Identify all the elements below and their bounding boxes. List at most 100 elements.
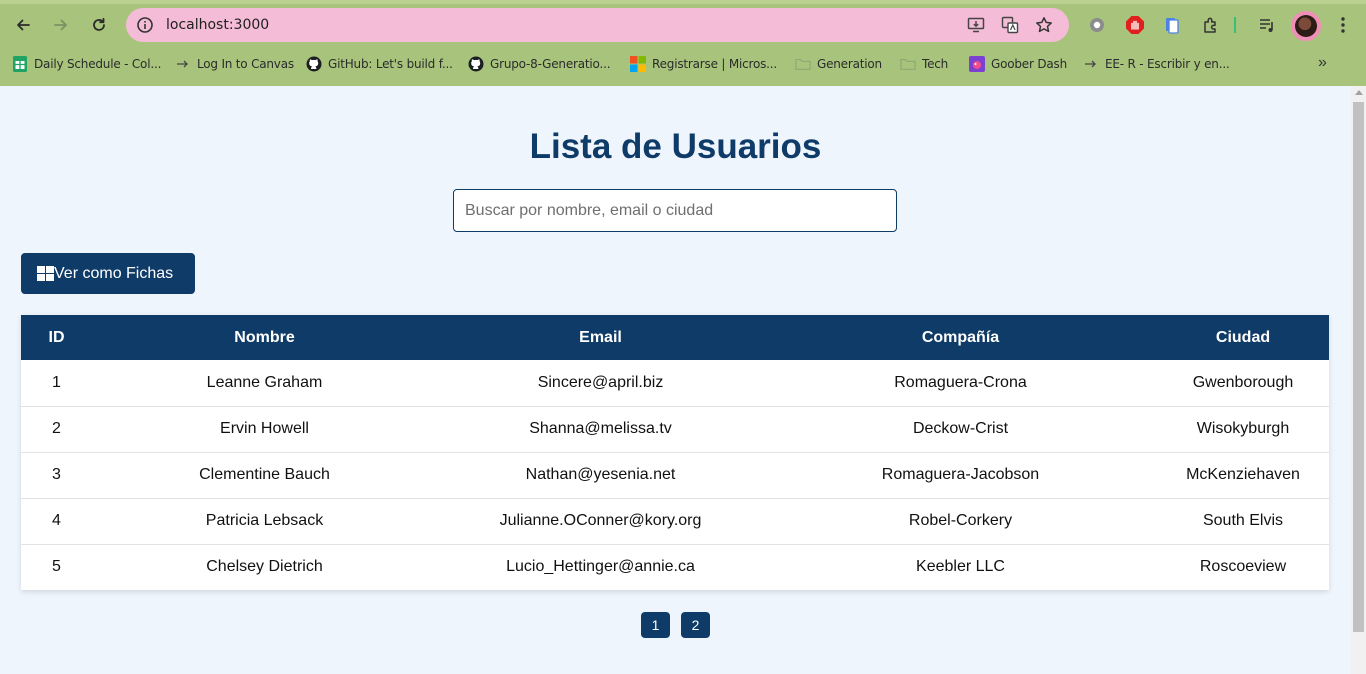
table-row[interactable]: 2 Ervin Howell Shanna@melissa.tv Deckow-… — [21, 406, 1329, 452]
table-row[interactable]: 4 Patricia Lebsack Julianne.OConner@kory… — [21, 498, 1329, 544]
cell-name: Clementine Bauch — [199, 466, 330, 483]
cell-id: 2 — [52, 420, 61, 437]
toolbar-divider — [1232, 14, 1238, 36]
cell-email: Julianne.OConner@kory.org — [499, 512, 702, 529]
cell-name: Patricia Lebsack — [205, 512, 324, 529]
bookmark-label: Tech — [922, 57, 949, 71]
bookmark-item[interactable]: EE- R - Escribir y en... — [1083, 52, 1230, 76]
column-header-company[interactable]: Compañía — [764, 315, 1157, 360]
view-as-cards-button[interactable]: Ver como Fichas — [21, 253, 195, 294]
bookmark-star-icon[interactable] — [1034, 15, 1054, 35]
bookmark-item[interactable]: Goober Dash — [969, 52, 1067, 76]
bookmark-item[interactable]: Registrarse | Micros... — [630, 52, 777, 76]
cell-company: Deckow-Crist — [912, 420, 1009, 437]
cell-email: Shanna@melissa.tv — [529, 420, 672, 437]
page-button-1[interactable]: 1 — [641, 612, 670, 638]
reload-button[interactable] — [85, 11, 113, 39]
page-title: Lista de Usuarios — [529, 127, 822, 166]
cell-company: Robel-Corkery — [908, 512, 1013, 529]
view-button-label: Ver como Fichas — [54, 264, 174, 282]
back-button[interactable] — [9, 11, 37, 39]
cell-city: Gwenborough — [1192, 373, 1294, 391]
search-input[interactable] — [453, 189, 897, 232]
extension-camera-icon[interactable] — [1086, 14, 1108, 36]
site-info-icon[interactable] — [136, 16, 154, 34]
cell-company: Romaguera-Jacobson — [881, 466, 1040, 483]
bookmark-label: Log In to Canvas — [197, 57, 294, 71]
bookmark-item[interactable]: Log In to Canvas — [175, 52, 294, 76]
bookmark-label: Daily Schedule - Col... — [34, 57, 162, 71]
bookmark-label: Registrarse | Micros... — [652, 57, 778, 71]
cell-city: McKenziehaven — [1186, 466, 1300, 483]
table-row[interactable]: 1 Leanne Graham Sincere@april.biz Romagu… — [21, 360, 1329, 406]
folder-icon — [795, 56, 811, 72]
scroll-up-arrow-icon[interactable] — [1355, 90, 1363, 95]
bookmark-label: GitHub: Let's build f... — [328, 57, 453, 71]
forward-button[interactable] — [47, 11, 75, 39]
column-header-id[interactable]: ID — [21, 315, 92, 360]
cell-id: 4 — [52, 512, 61, 529]
more-bookmarks-icon[interactable]: » — [1318, 54, 1327, 72]
users-table: ID Nombre Email Compañía Ciudad 1 Leanne… — [21, 315, 1329, 590]
column-header-city[interactable]: Ciudad — [1157, 315, 1329, 360]
cell-company: Keebler LLC — [916, 558, 1005, 576]
bookmarks-bar: Daily Schedule - Col... Log In to Canvas… — [0, 52, 1366, 76]
extension-clipboard-icon[interactable] — [1161, 14, 1183, 36]
sheets-icon — [12, 56, 28, 72]
bookmark-label: Generation — [817, 57, 882, 71]
translate-icon[interactable] — [1000, 15, 1020, 35]
avatar-image — [1295, 15, 1317, 37]
install-app-icon[interactable] — [966, 15, 986, 35]
cell-id: 5 — [52, 558, 61, 576]
bookmark-item[interactable]: GitHub: Let's build f... — [306, 52, 453, 76]
tab-strip — [0, 0, 1366, 4]
cell-name: Ervin Howell — [220, 420, 309, 437]
cell-email: Sincere@april.biz — [537, 373, 664, 391]
bookmark-label: EE- R - Escribir y en... — [1105, 57, 1230, 71]
folder-icon — [900, 56, 916, 72]
cell-email: Lucio_Hettinger@annie.ca — [506, 558, 695, 576]
scrollbar-thumb[interactable] — [1353, 102, 1364, 632]
column-header-email[interactable]: Email — [437, 315, 764, 360]
url-text[interactable]: localhost:3000 — [166, 17, 269, 33]
github-icon — [306, 56, 322, 72]
cell-company: Romaguera-Crona — [894, 373, 1027, 391]
browser-menu-icon[interactable] — [1332, 14, 1354, 36]
reload-icon — [93, 17, 105, 31]
forward-arrow-icon — [54, 19, 67, 31]
cell-city: Wisokyburgh — [1196, 420, 1290, 437]
game-icon — [969, 56, 985, 72]
bookmark-label: Goober Dash — [991, 57, 1067, 71]
cell-email: Nathan@yesenia.net — [525, 466, 676, 483]
microsoft-icon — [630, 56, 646, 72]
grid-view-icon — [37, 266, 54, 281]
page-button-2[interactable]: 2 — [681, 612, 710, 638]
bookmark-folder[interactable]: Generation — [795, 52, 882, 76]
cell-name: Chelsey Dietrich — [206, 558, 323, 576]
table-row[interactable]: 5 Chelsey Dietrich Lucio_Hettinger@annie… — [21, 544, 1329, 590]
browser-chrome: localhost:3000 Daily Schedule - Col... L… — [0, 0, 1366, 86]
arrow-icon — [1083, 56, 1099, 72]
table-header-row: ID Nombre Email Compañía Ciudad — [21, 315, 1329, 360]
extensions-puzzle-icon[interactable] — [1200, 14, 1222, 36]
media-control-icon[interactable] — [1256, 14, 1278, 36]
cell-city: Roscoeview — [1199, 558, 1287, 576]
back-arrow-icon — [17, 19, 30, 31]
page-scrollbar[interactable] — [1351, 86, 1366, 674]
address-bar[interactable]: localhost:3000 — [126, 8, 1069, 42]
profile-avatar[interactable] — [1291, 11, 1321, 41]
cell-name: Leanne Graham — [206, 373, 323, 391]
table-row[interactable]: 3 Clementine Bauch Nathan@yesenia.net Ro… — [21, 452, 1329, 498]
arrow-icon — [175, 56, 191, 72]
bookmark-label: Grupo-8-Generatio... — [490, 57, 611, 71]
bookmark-folder[interactable]: Tech — [900, 52, 948, 76]
extension-stop-icon[interactable] — [1124, 14, 1146, 36]
bookmark-item[interactable]: Grupo-8-Generatio... — [468, 52, 611, 76]
pagination: 1 2 — [641, 612, 710, 638]
cell-id: 3 — [52, 466, 61, 483]
column-header-name[interactable]: Nombre — [92, 315, 437, 360]
cell-id: 1 — [52, 373, 61, 391]
github-icon — [468, 56, 484, 72]
cell-city: South Elvis — [1202, 512, 1284, 529]
bookmark-item[interactable]: Daily Schedule - Col... — [12, 52, 161, 76]
